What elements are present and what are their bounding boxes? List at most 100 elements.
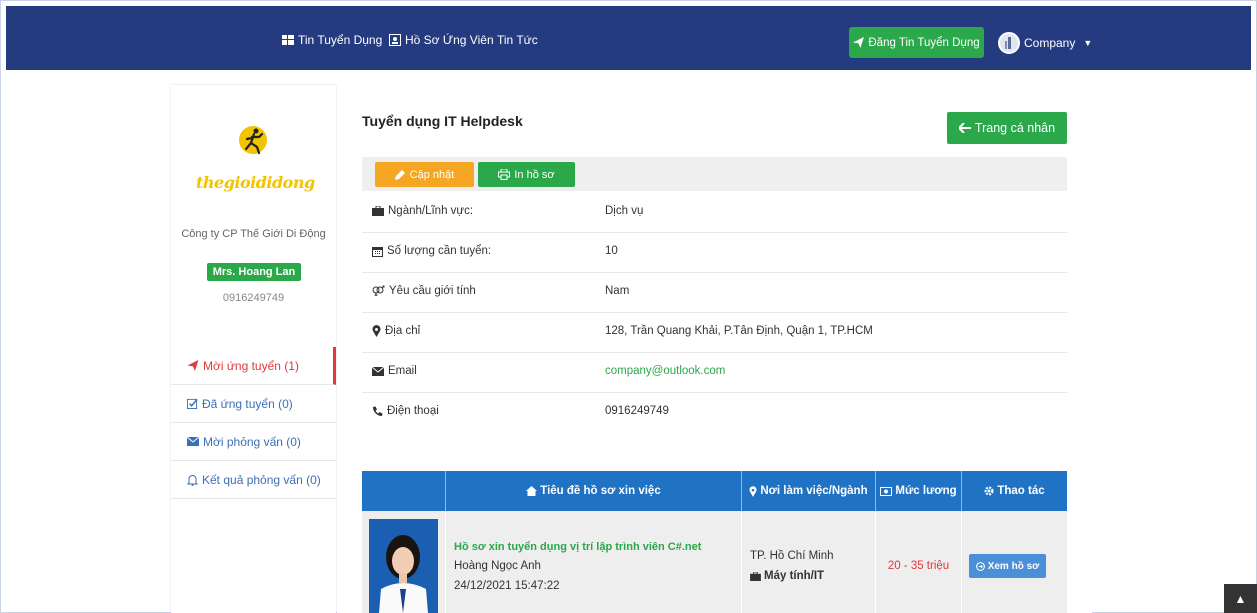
table-header: Tiêu đề hồ sơ xin việc Nơi làm việc/Ngàn… (362, 471, 1067, 511)
info-row-gender: Yêu cầu giới tính Nam (362, 272, 1067, 313)
post-job-label: Đăng Tin Tuyển Dụng (868, 36, 980, 49)
sidebar-item-interview-results[interactable]: Kết quả phỏng vấn (0) (171, 461, 336, 499)
grid-icon (282, 35, 294, 45)
info-value-address: 128, Trần Quang Khải, P.Tân Định, Quận 1… (605, 325, 873, 337)
bell-icon (187, 474, 198, 486)
th-actions: Thao tác (962, 471, 1067, 511)
info-row-industry: Ngành/Lĩnh vực: Dịch vụ (362, 192, 1067, 233)
printer-icon (498, 169, 511, 180)
nav-news-label: Tin Tức (497, 33, 538, 47)
info-value-gender: Nam (605, 285, 630, 297)
work-city: TP. Hồ Chí Minh (750, 550, 834, 562)
circle-arrow-icon (975, 561, 985, 571)
home-icon (526, 486, 538, 496)
back-to-profile-label: Trang cá nhân (974, 121, 1056, 135)
arrow-left-icon (958, 123, 971, 133)
company-phone: 0916249749 (222, 292, 285, 304)
top-navbar: Tin Tuyển Dụng Hồ Sơ Ứng Viên Tin Tức Đă… (6, 6, 1251, 70)
th-salary: Mức lương (876, 471, 962, 511)
sidebar-item-label: Mời ứng tuyển (1) (203, 358, 299, 373)
info-label: Email (372, 365, 417, 377)
info-row-address: Địa chỉ 128, Trần Quang Khải, P.Tân Định… (362, 312, 1067, 353)
company-logo: thegioididong (196, 115, 315, 195)
update-label: Cập nhật (409, 168, 455, 181)
email-link[interactable]: company@outlook.com (605, 365, 725, 377)
envelope-icon (372, 366, 384, 376)
table-row: Hồ sơ xin tuyển dụng vị trí lập trình vi… (362, 511, 1067, 613)
info-row-phone: Điện thoại 0916249749 (362, 392, 1067, 432)
map-marker-icon (372, 325, 381, 337)
cell-salary: 20 - 35 triệu (876, 511, 962, 613)
update-button[interactable]: Cập nhật (375, 162, 474, 187)
info-value-industry: Dịch vụ (605, 205, 644, 217)
nav-job-posts-label: Tin Tuyển Dụng (298, 33, 383, 47)
avatar (998, 32, 1020, 54)
cell-photo (362, 511, 446, 613)
job-detail-panel: Tuyển dụng IT Helpdesk Trang cá nhân Cập… (337, 85, 1092, 613)
action-toolbar: Cập nhật In hồ sơ (362, 157, 1067, 191)
nav-job-posts[interactable]: Tin Tuyển Dụng (282, 33, 382, 47)
sidebar-item-interview-invite[interactable]: Mời phỏng vấn (0) (171, 423, 336, 461)
print-profile-button[interactable]: In hồ sơ (478, 162, 575, 187)
sidebar-item-invite-apply[interactable]: Mời ứng tuyển (1) (171, 347, 336, 385)
sidebar-item-label: Kết quả phỏng vấn (0) (202, 472, 321, 487)
cell-location: TP. Hồ Chí Minh Máy tính/IT (742, 511, 876, 613)
candidate-name: Hoàng Ngọc Anh (454, 560, 541, 572)
nav-news[interactable]: Tin Tức (497, 33, 538, 47)
company-name: Công ty CP Thế Giới Di Động (181, 228, 326, 240)
cv-title-link[interactable]: Hồ sơ xin tuyển dụng vị trí lập trình vi… (454, 541, 701, 553)
info-value-quantity: 10 (605, 245, 618, 257)
scroll-to-top-button[interactable]: ▲ (1224, 584, 1257, 613)
th-photo (362, 471, 446, 511)
info-row-email: Email company@outlook.com (362, 352, 1067, 393)
th-location: Nơi làm việc/Ngành (742, 471, 876, 511)
cell-actions: Xem hồ sơ (962, 511, 1067, 613)
contact-name-badge: Mrs. Hoang Lan (207, 263, 301, 281)
paper-plane-icon (853, 37, 865, 48)
cell-cv-title: Hồ sơ xin tuyển dụng vị trí lập trình vi… (446, 511, 742, 613)
print-profile-label: In hồ sơ (514, 168, 555, 181)
candidate-photo (369, 519, 438, 613)
gear-icon (984, 486, 994, 496)
info-label: Ngành/Lĩnh vực: (372, 205, 473, 217)
logo-text: thegioididong (196, 173, 315, 192)
sidebar-item-applied[interactable]: Đã ứng tuyển (0) (171, 385, 336, 423)
nav-candidate-profiles[interactable]: Hồ Sơ Ứng Viên (389, 33, 494, 47)
sidebar-item-label: Mời phỏng vấn (0) (203, 434, 301, 449)
salary-range: 20 - 35 triệu (887, 560, 950, 572)
info-label: Yêu cầu giới tính (372, 285, 476, 297)
info-label: Địa chỉ (372, 325, 420, 337)
running-man-logo-icon (239, 126, 267, 155)
briefcase-icon (750, 571, 761, 581)
map-marker-icon (749, 485, 757, 497)
briefcase-icon (372, 206, 384, 216)
account-menu[interactable]: Company ▼ (998, 32, 1092, 54)
paper-plane-icon (187, 360, 199, 371)
id-card-icon (389, 34, 401, 46)
info-value-phone: 0916249749 (605, 405, 669, 417)
info-label: Số lượng cần tuyển: (372, 245, 491, 257)
job-title: Tuyển dụng IT Helpdesk (362, 113, 523, 129)
pencil-icon (394, 170, 405, 180)
caret-down-icon: ▼ (1083, 38, 1093, 48)
envelope-icon (187, 437, 199, 446)
account-label: Company (1024, 36, 1076, 50)
chevron-up-icon: ▲ (1234, 591, 1247, 606)
post-job-button[interactable]: Đăng Tin Tuyển Dụng (849, 27, 984, 58)
gender-icon (372, 285, 385, 296)
check-square-icon (187, 398, 198, 409)
money-icon (880, 486, 893, 496)
calendar-icon (372, 246, 383, 257)
submitted-date: 24/12/2021 15:47:22 (454, 580, 560, 592)
nav-candidate-profiles-label: Hồ Sơ Ứng Viên (405, 33, 494, 47)
sidebar-item-label: Đã ứng tuyển (0) (202, 396, 293, 411)
th-cv-title: Tiêu đề hồ sơ xin việc (446, 471, 742, 511)
back-to-profile-button[interactable]: Trang cá nhân (947, 112, 1067, 144)
info-label: Điện thoại (372, 405, 439, 417)
phone-icon (373, 406, 383, 416)
company-sidebar: thegioididong Công ty CP Thế Giới Di Độn… (171, 85, 336, 613)
view-profile-button[interactable]: Xem hồ sơ (969, 554, 1046, 578)
info-row-quantity: Số lượng cần tuyển: 10 (362, 232, 1067, 273)
work-industry: Máy tính/IT (750, 570, 824, 582)
sidebar-menu: Mời ứng tuyển (1) Đã ứng tuyển (0) Mời p… (171, 347, 336, 499)
